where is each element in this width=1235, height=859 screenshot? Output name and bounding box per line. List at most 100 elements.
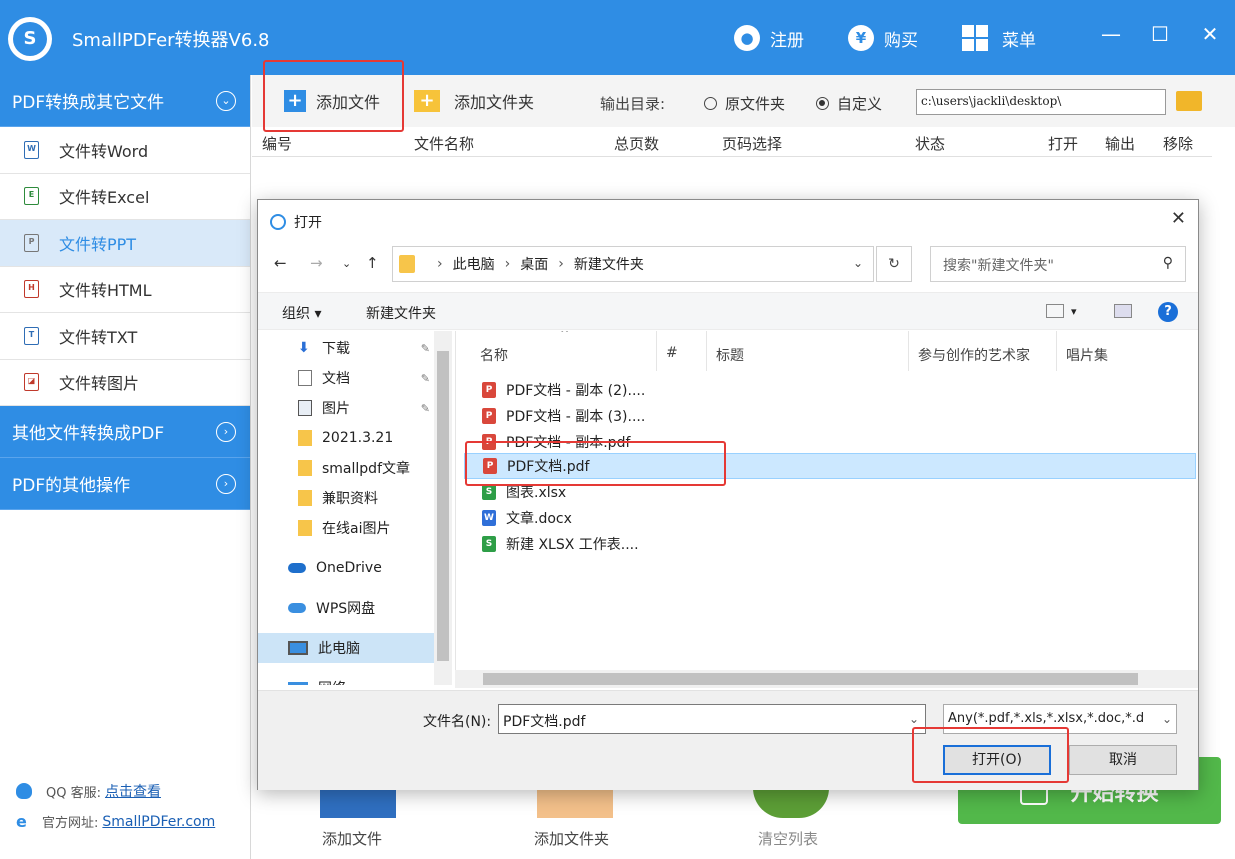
chevron-down-icon[interactable]: ⌄ (909, 712, 919, 726)
help-icon[interactable]: ? (1158, 302, 1178, 322)
app-title: SmallPDFer转换器V6.8 (72, 30, 270, 51)
up-arrow-icon[interactable]: ↑ (366, 254, 379, 272)
minimize-button[interactable]: — (1096, 20, 1126, 48)
ppt-doc-icon: P (24, 233, 39, 252)
view-dropdown-icon[interactable]: ▾ (1071, 305, 1077, 318)
official-site-link[interactable]: SmallPDFer.com (102, 814, 215, 830)
output-path-input[interactable]: c:\users\jackli\desktop\ (916, 89, 1166, 115)
dialog-title: 打开 (270, 212, 322, 232)
view-options-icon[interactable] (1046, 304, 1064, 318)
highlight-selected-file (465, 441, 726, 486)
dialog-nav-row: ← → ⌄ ↑ › 此电脑 › 桌面 › 新建文件夹 ⌄ ↻ 搜索"新建文件夹"… (258, 246, 1198, 282)
search-input[interactable]: 搜索"新建文件夹" ⚲ (930, 246, 1186, 282)
nav-item-folder-2021[interactable]: 2021.3.21 (258, 423, 434, 453)
sort-up-icon: ^ (560, 331, 570, 340)
refresh-button[interactable]: ↻ (876, 246, 912, 282)
close-button[interactable]: ✕ (1195, 20, 1225, 48)
sidebar: PDF转换成其它文件 ⌄ W 文件转Word E 文件转Excel P 文件转P… (0, 75, 251, 859)
excel-doc-icon: E (24, 187, 39, 206)
address-bar[interactable]: › 此电脑 › 桌面 › 新建文件夹 ⌄ (392, 246, 874, 282)
nav-item-folder-parttime[interactable]: 兼职资料 (258, 483, 434, 513)
radio-checked-icon (816, 97, 829, 110)
col-header-album[interactable]: 唱片集 (1066, 345, 1108, 365)
file-row[interactable]: W 文章.docx (464, 505, 1196, 531)
html-doc-icon: H (24, 280, 39, 299)
sidebar-section-pdf-operations[interactable]: PDF的其他操作 › (0, 458, 250, 510)
nav-item-network[interactable]: 网络 (258, 673, 434, 685)
pdf-file-icon: P (482, 408, 496, 424)
chevron-down-icon[interactable]: ⌄ (853, 256, 863, 270)
breadcrumb-desktop[interactable]: 桌面 (520, 254, 548, 274)
yen-icon: ¥ (848, 25, 874, 51)
word-doc-icon: W (24, 140, 39, 159)
radio-icon (704, 97, 717, 110)
open-file-dialog: 打开 ✕ ← → ⌄ ↑ › 此电脑 › 桌面 › 新建文件夹 ⌄ ↻ 搜索"新… (257, 199, 1199, 790)
buy-button[interactable]: ¥ 购买 (848, 22, 918, 54)
sidebar-section-other-to-pdf[interactable]: 其他文件转换成PDF › (0, 406, 250, 458)
recent-dropdown-icon[interactable]: ⌄ (342, 257, 351, 270)
xlsx-file-icon: S (482, 484, 496, 500)
radio-original-folder[interactable]: 原文件夹 (704, 93, 785, 114)
nav-item-pictures[interactable]: 图片 ✎ (258, 393, 434, 423)
sidebar-item-word[interactable]: W 文件转Word (0, 127, 250, 174)
nav-item-wps-drive[interactable]: WPS网盘 (258, 593, 434, 623)
nav-item-downloads[interactable]: ⬇ 下载 ✎ (258, 333, 434, 363)
download-icon: ⬇ (298, 340, 310, 356)
output-dir-label: 输出目录: (600, 95, 666, 113)
col-header-number[interactable]: # (666, 345, 678, 361)
file-row[interactable]: P PDF文档 - 副本 (2).... (464, 377, 1196, 403)
folder-icon (399, 255, 415, 273)
qq-support-link[interactable]: 点击查看 (105, 781, 161, 801)
radio-custom[interactable]: 自定义 (816, 93, 882, 114)
image-icon: ◪ (24, 373, 39, 392)
preview-pane-icon[interactable] (1114, 304, 1132, 318)
pin-icon: ✎ (420, 341, 430, 355)
col-header-artists[interactable]: 参与创作的艺术家 (918, 345, 1030, 365)
menu-button[interactable]: 菜单 (962, 22, 1036, 54)
new-folder-button[interactable]: 新建文件夹 (366, 303, 436, 323)
nav-item-folder-smallpdf[interactable]: smallpdf文章 (258, 453, 434, 483)
user-icon: ● (734, 25, 760, 51)
cancel-button[interactable]: 取消 (1069, 745, 1177, 775)
filename-label: 文件名(N): (423, 714, 492, 730)
nav-pane-scrollbar[interactable] (434, 331, 452, 685)
col-header-name[interactable]: 名称 (480, 345, 508, 365)
forward-arrow-icon[interactable]: → (310, 254, 323, 272)
back-arrow-icon[interactable]: ← (274, 254, 287, 272)
nav-item-this-pc[interactable]: 此电脑 (258, 633, 434, 663)
breadcrumb-this-pc[interactable]: 此电脑 (453, 254, 495, 274)
file-row[interactable]: P PDF文档 - 副本 (3).... (464, 403, 1196, 429)
file-pane-horizontal-scrollbar[interactable] (455, 670, 1198, 688)
file-row[interactable]: S 新建 XLSX 工作表.... (464, 531, 1196, 557)
breadcrumb-new-folder[interactable]: 新建文件夹 (574, 254, 644, 274)
sidebar-item-txt[interactable]: T 文件转TXT (0, 313, 250, 360)
cloud-icon (288, 563, 306, 573)
col-pages: 总页数 (614, 135, 660, 153)
organize-menu[interactable]: 组织 ▾ (282, 303, 321, 323)
official-site: e 官方网址: SmallPDFer.com (16, 811, 216, 831)
nav-item-folder-ai-images[interactable]: 在线ai图片 (258, 513, 434, 543)
maximize-button[interactable]: ☐ (1145, 20, 1175, 48)
browse-folder-icon[interactable] (1176, 91, 1202, 111)
col-header-title[interactable]: 标题 (716, 345, 744, 365)
sidebar-section-pdf-to-other[interactable]: PDF转换成其它文件 ⌄ (0, 75, 250, 127)
register-button[interactable]: ● 注册 (734, 22, 804, 54)
picture-icon (298, 400, 312, 416)
add-folder-button[interactable]: + 添加文件夹 (414, 89, 534, 113)
col-status: 状态 (915, 135, 946, 153)
filename-input[interactable]: PDF文档.pdf ⌄ (498, 704, 926, 734)
sidebar-item-excel[interactable]: E 文件转Excel (0, 174, 250, 220)
dialog-close-button[interactable]: ✕ (1171, 208, 1186, 229)
highlight-add-file (263, 60, 404, 132)
nav-item-documents[interactable]: 文档 ✎ (258, 363, 434, 393)
txt-doc-icon: T (24, 326, 39, 345)
add-folder-icon: + (414, 90, 440, 112)
network-icon (288, 682, 308, 685)
bottom-clear-list-label: 清空列表 (758, 830, 819, 848)
nav-item-onedrive[interactable]: OneDrive (258, 553, 434, 583)
sidebar-item-ppt[interactable]: P 文件转PPT (0, 220, 250, 267)
bottom-add-folder-label: 添加文件夹 (534, 830, 610, 848)
sidebar-item-html[interactable]: H 文件转HTML (0, 267, 250, 313)
sidebar-item-image[interactable]: ◪ 文件转图片 (0, 360, 250, 406)
chevron-down-icon: ⌄ (216, 90, 236, 111)
